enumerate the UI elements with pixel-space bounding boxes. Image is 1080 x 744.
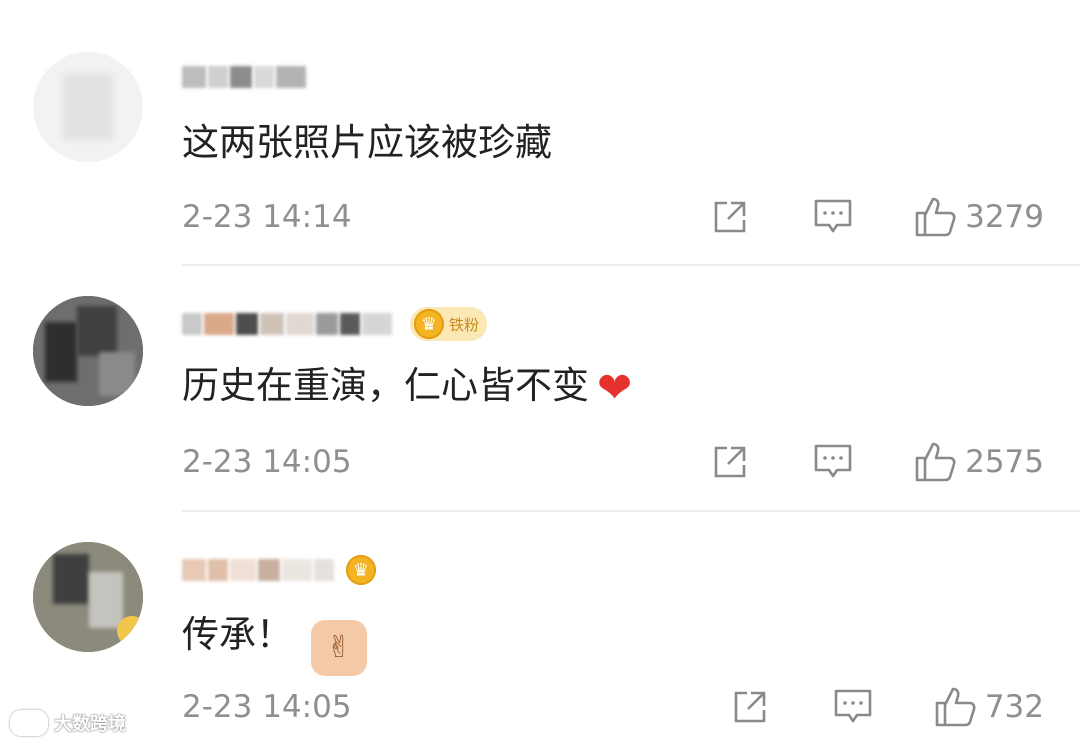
crown-icon[interactable]: ♛ [346,555,376,585]
like-button[interactable]: 2575 [913,440,1044,484]
heart-emoji: ❤ [597,363,633,412]
thumbs-up-icon [935,687,976,727]
username-blurred[interactable]: ♛ 铁粉 [182,304,488,344]
share-icon [714,201,746,233]
fan-badge-label: 铁粉 [449,315,480,334]
watermark-text: 大数跨境 [54,714,126,735]
username-blurred[interactable] [182,57,308,97]
comment-time: 2-23 14:14 [182,199,352,235]
comment-actions: 732 [731,687,1044,727]
share-icon [734,691,766,723]
thumbs-up-icon [915,197,956,237]
comment-item: ♛ 铁粉 历史在重演，仁心皆不变 ❤ 2-23 14:05 2575 [0,266,1080,512]
comment-actions: 3279 [711,197,1044,237]
comment-time: 2-23 14:05 [182,689,352,725]
praying-hands-emoji: ✌ [311,620,367,676]
comment-text: 这两张照片应该被珍藏 [182,121,552,164]
fan-badge[interactable]: ♛ 铁粉 [410,307,488,341]
avatar[interactable] [33,542,143,652]
share-button[interactable] [731,688,769,726]
like-count: 2575 [965,444,1044,480]
watermark: 大数跨境 [10,710,126,736]
avatar[interactable] [33,52,143,162]
comment-actions: 2575 [711,442,1044,482]
reply-button[interactable] [833,687,873,727]
comment-item: 这两张照片应该被珍藏 2-23 14:14 3279 [0,0,1080,266]
share-button[interactable] [711,198,749,236]
crown-icon: ♛ [414,309,444,339]
comment-text: 传承！ ✌ [182,610,367,676]
reply-button[interactable] [813,197,853,237]
comment-icon [814,199,852,233]
thumbs-up-icon [915,442,956,482]
like-button[interactable]: 3279 [913,195,1044,239]
reply-button[interactable] [813,442,853,482]
comment-time: 2-23 14:05 [182,444,352,480]
share-button[interactable] [711,443,749,481]
comment-text-body: 历史在重演，仁心皆不变 [182,364,589,407]
username-blurred[interactable]: ♛ [182,550,376,590]
like-count: 732 [984,689,1044,725]
like-count: 3279 [965,199,1044,235]
watermark-logo-icon [10,710,48,736]
comment-icon [834,689,872,723]
comment-text: 历史在重演，仁心皆不变 ❤ [182,361,632,413]
share-icon [714,446,746,478]
avatar[interactable] [33,296,143,406]
comment-item: ♛ 传承！ ✌ 2-23 14:05 732 [0,512,1080,744]
like-button[interactable]: 732 [933,685,1044,729]
comment-icon [814,444,852,478]
comment-text-body: 传承！ [182,613,293,656]
